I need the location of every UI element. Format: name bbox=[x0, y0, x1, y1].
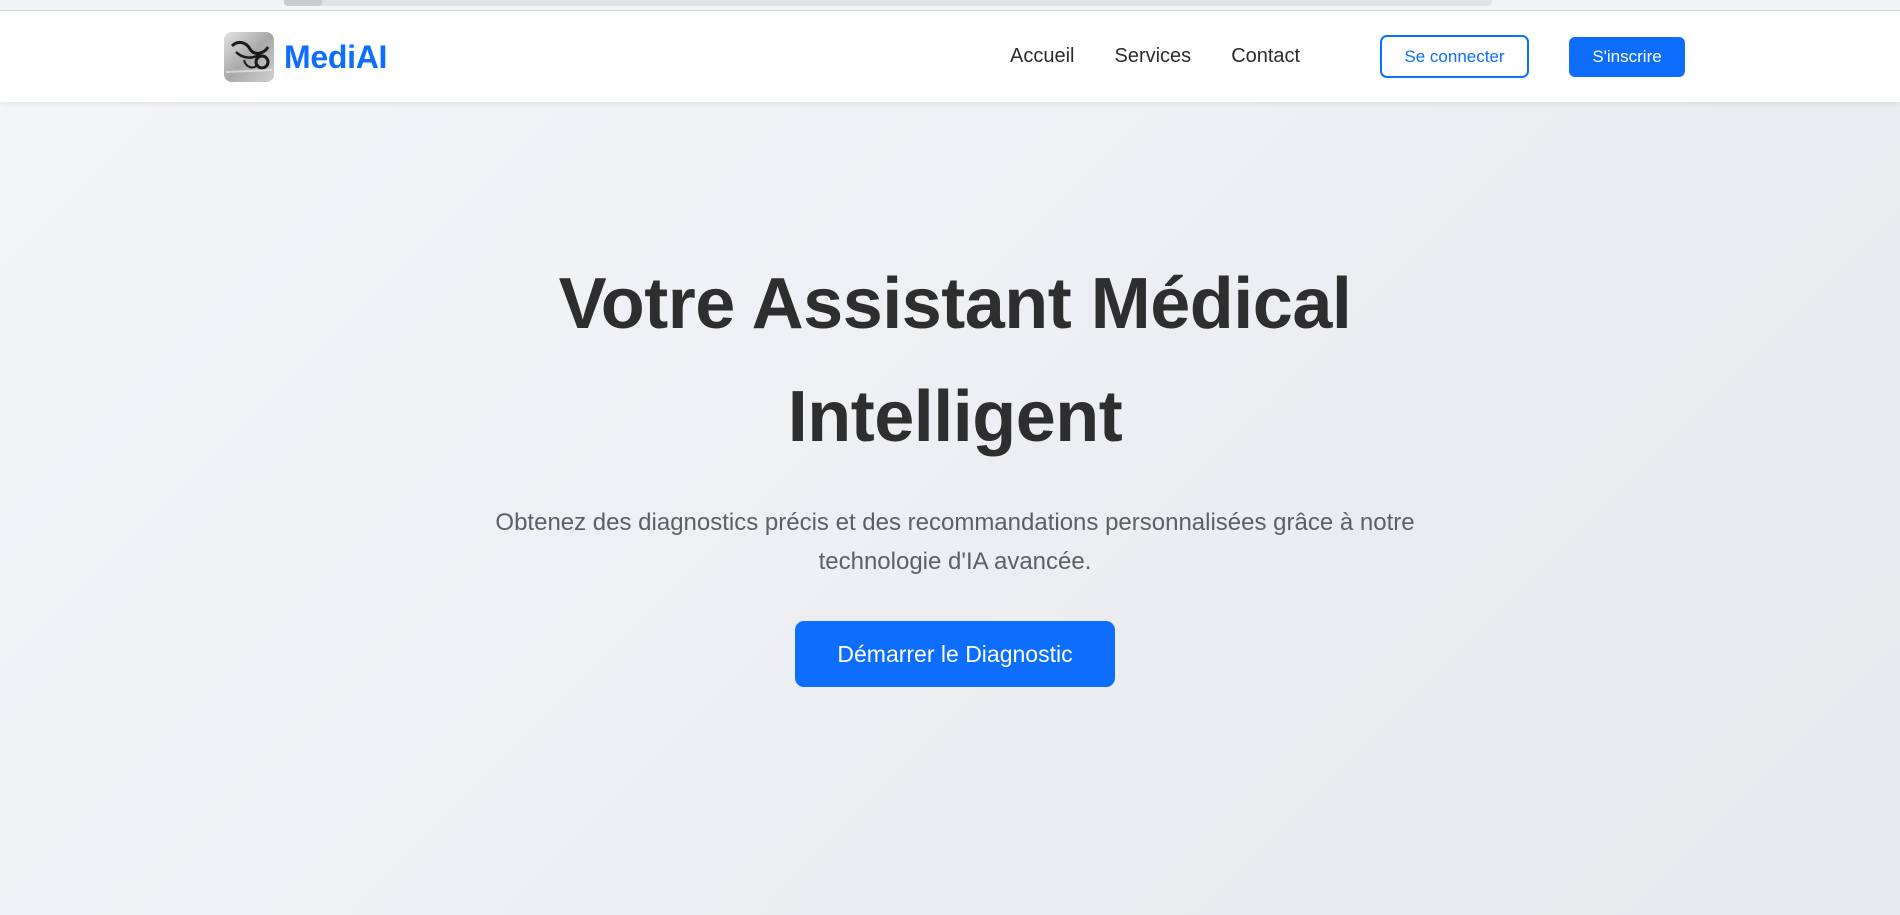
start-diagnostic-button[interactable]: Démarrer le Diagnostic bbox=[795, 621, 1115, 687]
signup-button[interactable]: S'inscrire bbox=[1569, 37, 1685, 77]
nav-link-accueil[interactable]: Accueil bbox=[1010, 45, 1074, 68]
brand-name: MediAI bbox=[284, 38, 388, 75]
navbar: MediAI Accueil Services Contact Se conne… bbox=[0, 11, 1900, 102]
hero-subtitle-line-2: technologie d'IA avancée. bbox=[818, 548, 1092, 575]
horizontal-scrollbar-thumb[interactable] bbox=[284, 0, 322, 6]
horizontal-scrollbar-track[interactable] bbox=[284, 0, 1492, 6]
brand-link[interactable]: MediAI bbox=[224, 32, 387, 82]
hero-title-line-1: Votre Assistant Médical bbox=[558, 264, 1352, 344]
stethoscope-logo-icon bbox=[224, 32, 274, 82]
main-nav: Accueil Services Contact bbox=[1010, 11, 1340, 102]
nav-link-services[interactable]: Services bbox=[1114, 45, 1191, 68]
hero-title: Votre Assistant Médical Intelligent bbox=[350, 248, 1560, 474]
hero-title-line-2: Intelligent bbox=[787, 377, 1123, 457]
hero-subtitle-line-1: Obtenez des diagnostics précis et des re… bbox=[495, 509, 1415, 536]
nav-link-contact[interactable]: Contact bbox=[1231, 45, 1300, 68]
login-button[interactable]: Se connecter bbox=[1380, 35, 1529, 78]
hero-subtitle: Obtenez des diagnostics précis et des re… bbox=[440, 503, 1470, 581]
